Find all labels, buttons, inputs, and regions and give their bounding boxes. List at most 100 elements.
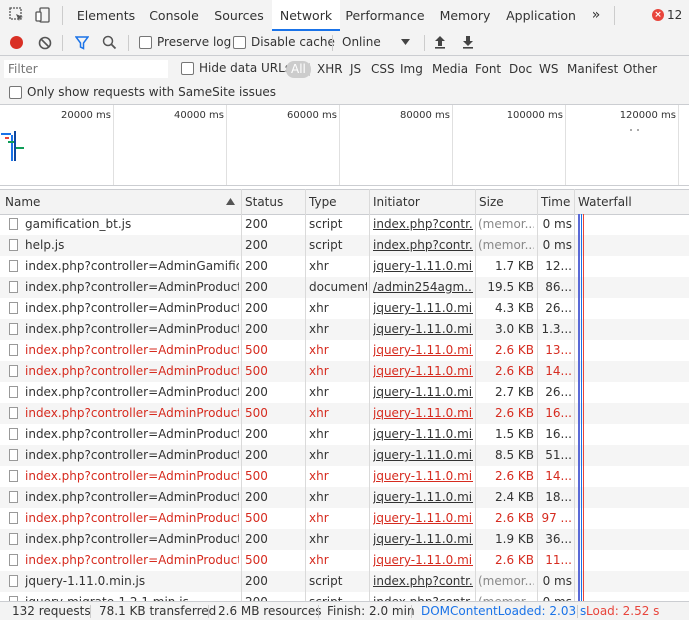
waterfall-bar xyxy=(578,550,580,571)
request-initiator[interactable]: jquery-1.11.0.mi... xyxy=(373,487,473,508)
error-icon[interactable]: × xyxy=(652,9,664,21)
tab-network[interactable]: Network xyxy=(272,0,340,31)
request-initiator[interactable]: index.php?contr... xyxy=(373,571,473,592)
table-row[interactable]: index.php?controller=AdminProducts... 200… xyxy=(0,529,689,550)
column-header-type[interactable]: Type xyxy=(305,190,369,214)
type-filter-js[interactable]: JS xyxy=(350,61,361,78)
table-row[interactable]: help.js 200 script index.php?contr... (memor… xyxy=(0,235,689,256)
sort-ascending-icon[interactable] xyxy=(226,198,235,205)
request-initiator[interactable]: /admin254agm... xyxy=(373,277,473,298)
table-row[interactable]: jquery-1.11.0.min.js 200 script index.php?c… xyxy=(0,571,689,592)
request-type: xhr xyxy=(309,301,329,315)
tick-line xyxy=(678,105,679,185)
table-row[interactable]: jquery-migrate-1.2.1.min.js 200 script inde… xyxy=(0,592,689,601)
type-filter-img[interactable]: Img xyxy=(400,61,423,78)
request-initiator[interactable]: jquery-1.11.0.mi... xyxy=(373,382,473,403)
request-initiator[interactable]: jquery-1.11.0.mi... xyxy=(373,319,473,340)
more-tabs-button[interactable]: » xyxy=(584,0,608,31)
table-row[interactable]: index.php?controller=AdminProducts... 200… xyxy=(0,487,689,508)
tab-sources[interactable]: Sources xyxy=(206,0,272,31)
request-time: 86... xyxy=(545,280,572,294)
table-row[interactable]: gamification_bt.js 200 script index.php?con… xyxy=(0,214,689,235)
request-initiator[interactable]: index.php?contr... xyxy=(373,235,473,256)
table-row[interactable]: index.php?controller=AdminProducts... 500… xyxy=(0,508,689,529)
table-row[interactable]: index.php?controller=AdminProducts... 200… xyxy=(0,298,689,319)
request-time: 11... xyxy=(545,553,572,567)
type-filter-all[interactable]: All xyxy=(286,61,311,78)
table-row[interactable]: index.php?controller=AdminProducts... 200… xyxy=(0,424,689,445)
table-row[interactable]: index.php?controller=AdminGamificat... 20… xyxy=(0,256,689,277)
request-initiator[interactable]: jquery-1.11.0.mi... xyxy=(373,529,473,550)
request-initiator[interactable]: jquery-1.11.0.mi... xyxy=(373,403,473,424)
type-filter-media[interactable]: Media xyxy=(432,61,468,78)
type-filter-font[interactable]: Font xyxy=(475,61,501,78)
request-initiator[interactable]: jquery-1.11.0.mi... xyxy=(373,466,473,487)
column-header-size[interactable]: Size xyxy=(475,190,537,214)
column-header-waterfall[interactable]: Waterfall xyxy=(574,190,689,214)
request-type: xhr xyxy=(309,259,329,273)
tab-console[interactable]: Console xyxy=(142,0,206,31)
hide-data-urls-checkbox[interactable] xyxy=(181,62,194,75)
waterfall-bar xyxy=(578,487,580,508)
device-toolbar-icon[interactable] xyxy=(35,7,51,23)
table-row[interactable]: index.php?controller=AdminProducts... 200… xyxy=(0,382,689,403)
clear-icon[interactable] xyxy=(38,36,52,50)
table-row[interactable]: index.php?controller=AdminProducts... 500… xyxy=(0,361,689,382)
filter-input[interactable] xyxy=(4,60,168,78)
request-initiator[interactable]: jquery-1.11.0.mi... xyxy=(373,298,473,319)
request-initiator[interactable]: index.php?contr... xyxy=(373,214,473,235)
filter-icon[interactable] xyxy=(75,36,89,50)
throttling-select[interactable]: Online xyxy=(342,35,381,49)
samesite-checkbox[interactable] xyxy=(9,86,22,99)
type-filter-css[interactable]: CSS xyxy=(371,61,395,78)
disable-cache-checkbox[interactable] xyxy=(233,36,246,49)
request-initiator[interactable]: jquery-1.11.0.mi... xyxy=(373,256,473,277)
table-row[interactable]: index.php?controller=AdminProducts... 500… xyxy=(0,550,689,571)
type-filter-doc[interactable]: Doc xyxy=(509,61,532,78)
tab-elements[interactable]: Elements xyxy=(70,0,142,31)
error-count[interactable]: 12 xyxy=(667,0,682,31)
chevron-down-icon[interactable] xyxy=(401,39,410,46)
table-row[interactable]: index.php?controller=AdminProducts... 500… xyxy=(0,466,689,487)
table-row[interactable]: index.php?controller=AdminProducts... 500… xyxy=(0,403,689,424)
network-overview[interactable]: 20000 ms 40000 ms 60000 ms 80000 ms 1000… xyxy=(0,105,689,186)
disable-cache-label[interactable]: Disable cache xyxy=(251,35,335,49)
table-row[interactable]: index.php?controller=AdminProducts... 500… xyxy=(0,340,689,361)
export-har-icon[interactable] xyxy=(462,35,474,49)
column-header-name[interactable]: Name xyxy=(1,190,241,214)
type-filter-xhr[interactable]: XHR xyxy=(317,61,343,78)
record-button[interactable] xyxy=(10,36,23,49)
domcontentloaded-time: DOMContentLoaded: 2.03 s xyxy=(421,604,587,618)
table-row[interactable]: index.php?controller=AdminProducts... 200… xyxy=(0,277,689,298)
inspect-element-icon[interactable] xyxy=(9,7,25,23)
column-header-status[interactable]: Status xyxy=(241,190,305,214)
hide-data-urls-label[interactable]: Hide data URLs xyxy=(199,61,291,75)
request-name: index.php?controller=AdminProducts... xyxy=(25,427,239,441)
request-time: 12... xyxy=(545,259,572,273)
preserve-log-checkbox[interactable] xyxy=(139,36,152,49)
column-header-time[interactable]: Time xyxy=(537,190,574,214)
type-filter-other[interactable]: Other xyxy=(623,61,657,78)
tab-application[interactable]: Application xyxy=(500,0,582,31)
file-icon xyxy=(9,407,18,419)
type-filter-manifest[interactable]: Manifest xyxy=(567,61,618,78)
import-har-icon[interactable] xyxy=(434,35,446,49)
column-header-initiator[interactable]: Initiator xyxy=(369,190,475,214)
table-row[interactable]: index.php?controller=AdminProducts... 200… xyxy=(0,445,689,466)
request-initiator[interactable]: jquery-1.11.0.mi... xyxy=(373,550,473,571)
type-filter-ws[interactable]: WS xyxy=(539,61,558,78)
request-initiator[interactable]: jquery-1.11.0.mi... xyxy=(373,445,473,466)
file-icon xyxy=(9,554,18,566)
tab-memory[interactable]: Memory xyxy=(430,0,500,31)
preserve-log-label[interactable]: Preserve log xyxy=(157,35,231,49)
request-initiator[interactable]: jquery-1.11.0.mi... xyxy=(373,508,473,529)
search-icon[interactable] xyxy=(102,35,117,50)
tab-performance[interactable]: Performance xyxy=(340,0,430,31)
table-row[interactable]: index.php?controller=AdminProducts... 200… xyxy=(0,319,689,340)
samesite-label[interactable]: Only show requests with SameSite issues xyxy=(27,85,276,99)
request-initiator[interactable]: jquery-1.11.0.mi... xyxy=(373,424,473,445)
request-initiator[interactable]: index.php?contr... xyxy=(373,592,473,601)
request-initiator[interactable]: jquery-1.11.0.mi... xyxy=(373,361,473,382)
request-time: 97 ... xyxy=(541,511,572,525)
request-initiator[interactable]: jquery-1.11.0.mi... xyxy=(373,340,473,361)
